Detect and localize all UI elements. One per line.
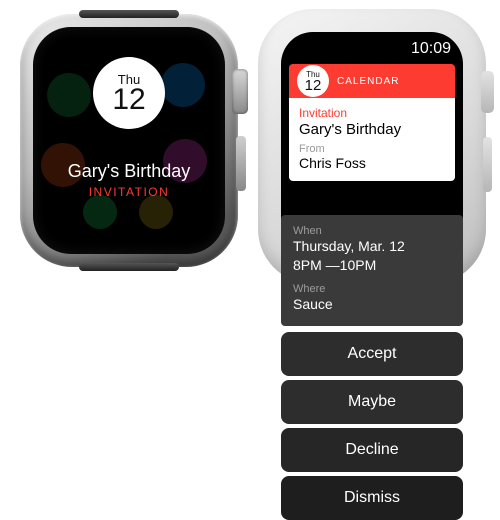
notification-header: Thu 12 CALENDAR <box>289 64 455 98</box>
long-look-body: When Thursday, Mar. 12 8PM —10PM Where S… <box>281 215 463 520</box>
digital-crown[interactable] <box>481 71 494 113</box>
event-title: Gary's Birthday <box>68 161 190 182</box>
invitation-card: Invitation Gary's Birthday From Chris Fo… <box>289 98 455 181</box>
status-time: 10:09 <box>411 40 451 58</box>
when-time: 8PM —10PM <box>293 256 451 275</box>
where-value: Sauce <box>293 295 451 314</box>
watch-case: Thu 12 Gary's Birthday INVITATION <box>20 14 238 267</box>
watch-screen: Thu 12 Gary's Birthday INVITATION <box>33 27 225 254</box>
dismiss-button[interactable]: Dismiss <box>281 476 463 520</box>
calendar-date-icon: Thu 12 <box>93 57 165 129</box>
day-number: 12 <box>112 85 145 115</box>
app-name-label: CALENDAR <box>337 76 399 87</box>
event-subtitle: INVITATION <box>89 185 170 199</box>
when-date: Thursday, Mar. 12 <box>293 237 451 256</box>
event-title: Gary's Birthday <box>299 121 445 138</box>
where-label: Where <box>293 283 451 295</box>
maybe-button[interactable]: Maybe <box>281 380 463 424</box>
accept-button[interactable]: Accept <box>281 332 463 376</box>
from-label: From <box>299 143 445 155</box>
invitation-label: Invitation <box>299 106 445 120</box>
day-number: 12 <box>305 78 322 93</box>
side-button[interactable] <box>236 136 246 191</box>
from-name: Chris Foss <box>299 155 445 171</box>
decline-button[interactable]: Decline <box>281 428 463 472</box>
when-label: When <box>293 225 451 237</box>
digital-crown[interactable] <box>232 69 248 114</box>
action-buttons: Accept Maybe Decline Dismiss <box>281 332 463 520</box>
side-button[interactable] <box>483 137 492 192</box>
status-bar: 10:09 <box>281 32 463 64</box>
event-details: When Thursday, Mar. 12 8PM —10PM Where S… <box>281 215 463 326</box>
watch-short-look: Thu 12 Gary's Birthday INVITATION <box>20 14 240 267</box>
calendar-date-icon: Thu 12 <box>297 65 329 97</box>
